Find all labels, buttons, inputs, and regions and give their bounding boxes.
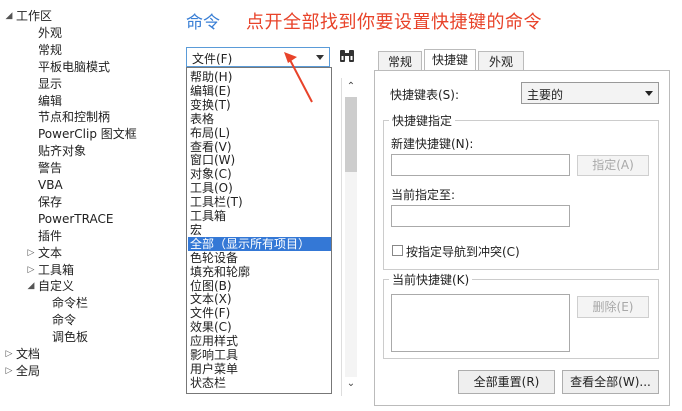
new-shortcut-input[interactable] [391, 154, 570, 176]
shortcut-table-value: 主要的 [527, 88, 564, 102]
shortcut-table-select[interactable]: 主要的 [521, 82, 659, 104]
tree-item[interactable]: 文档 [16, 346, 40, 362]
collapsed-arrow-icon[interactable]: ▷ [26, 245, 36, 261]
tree-item[interactable]: 全局 [16, 363, 40, 379]
menu-item[interactable]: 工具栏(T) [188, 195, 331, 209]
scroll-down-icon[interactable]: ⌄ [345, 378, 357, 390]
menu-item[interactable]: 工具(O) [188, 181, 331, 195]
shortcut-table-label: 快捷键表(S): [390, 88, 460, 102]
tree-item[interactable]: 节点和控制柄 [38, 109, 110, 125]
reset-all-button[interactable]: 全部重置(R) [458, 370, 555, 394]
options-tree: ◢ 工作区 外观 常规 平板电脑模式 显示 编辑 节点和控制柄 PowerClip 图文框 贴齐对… [0, 0, 180, 411]
page-title: 命令 [186, 13, 220, 33]
tree-item[interactable]: 编辑 [38, 93, 62, 109]
tree-item[interactable]: 插件 [38, 228, 62, 244]
menu-item[interactable]: 位图(B) [188, 279, 331, 293]
tree-item[interactable]: 工作区 [16, 8, 52, 24]
category-dropdown-list: 帮助(H) 编辑(E) 变换(T) 表格 布局(L) 查看(V) 窗口(W) 对象(C) 工具(… [186, 67, 332, 394]
tab-appearance[interactable]: 外观 [478, 51, 524, 71]
tab-shortcuts[interactable]: 快捷键 [424, 49, 476, 71]
tree-item[interactable]: 命令栏 [52, 295, 88, 311]
menu-item[interactable]: 用户菜单 [188, 362, 331, 376]
tree-item[interactable]: 贴齐对象 [38, 143, 86, 159]
menu-item[interactable]: 查看(V) [188, 140, 331, 154]
tree-item[interactable]: 警告 [38, 160, 62, 176]
chevron-down-icon [645, 91, 653, 96]
tree-item[interactable]: 常规 [38, 42, 62, 58]
scroll-up-icon[interactable]: ⌃ [345, 81, 357, 93]
red-arrow-annotation-icon [284, 52, 313, 103]
tree-item[interactable]: PowerTRACE [38, 211, 113, 227]
menu-item[interactable]: 宏 [188, 223, 331, 237]
tree-item[interactable]: 工具箱 [38, 262, 74, 278]
nav-conflict-label: 按指定导航到冲突(C) [406, 245, 520, 259]
menu-item[interactable]: 色轮设备 [188, 251, 331, 265]
menu-item[interactable]: 填充和轮廓 [188, 265, 331, 279]
collapsed-arrow-icon[interactable]: ▷ [4, 363, 14, 379]
tree-item[interactable]: 自定义 [38, 278, 74, 294]
menu-item[interactable]: 状态栏 [188, 376, 331, 390]
current-assigned-field [391, 205, 570, 227]
menu-item[interactable]: 工具箱 [188, 209, 331, 223]
new-shortcut-label: 新建快捷键(N): [391, 137, 474, 151]
expanded-arrow-icon[interactable]: ◢ [4, 8, 14, 24]
menu-item[interactable]: 应用样式 [188, 334, 331, 348]
tree-item[interactable]: 保存 [38, 194, 62, 210]
tree-item[interactable]: PowerClip 图文框 [38, 126, 137, 142]
menu-item[interactable]: 表格 [188, 112, 331, 126]
collapsed-arrow-icon[interactable]: ▷ [26, 262, 36, 278]
tree-item[interactable]: 命令 [52, 312, 76, 328]
menu-item[interactable]: 文件(F) [188, 306, 331, 320]
menu-item[interactable]: 窗口(W) [188, 153, 331, 167]
menu-item[interactable]: 全部（显示所有项目） [188, 236, 331, 251]
menu-item[interactable]: 布局(L) [188, 126, 331, 140]
expanded-arrow-icon[interactable]: ◢ [26, 278, 36, 294]
view-all-button[interactable]: 查看全部(W)... [562, 370, 659, 394]
scrollbar-thumb[interactable] [345, 97, 357, 172]
dropdown-value: 文件(F) [192, 52, 233, 66]
menu-item[interactable]: 对象(C) [188, 167, 331, 181]
menu-item[interactable]: 效果(C) [188, 320, 331, 334]
nav-conflict-checkbox[interactable] [392, 245, 403, 256]
current-shortcuts-title: 当前快捷键(K) [389, 271, 473, 288]
tree-item[interactable]: 平板电脑模式 [38, 59, 110, 75]
delete-button[interactable]: 删除(E) [577, 296, 649, 318]
collapsed-arrow-icon[interactable]: ▷ [4, 346, 14, 362]
tree-item[interactable]: 显示 [38, 76, 62, 92]
assign-button[interactable]: 指定(A) [577, 155, 649, 176]
tree-item[interactable]: 文本 [38, 245, 62, 261]
tree-item[interactable]: 外观 [38, 25, 62, 41]
current-shortcuts-list[interactable] [391, 294, 570, 352]
tab-general[interactable]: 常规 [378, 51, 422, 71]
annotation-text: 点开全部找到你要设置快捷键的命令 [246, 12, 542, 33]
binoculars-icon[interactable] [338, 47, 356, 65]
shortcut-assign-title: 快捷键指定 [389, 112, 456, 129]
menu-item[interactable]: 影响工具 [188, 348, 331, 362]
tree-item[interactable]: VBA [38, 177, 63, 193]
current-assigned-label: 当前指定至: [391, 188, 456, 202]
tree-item[interactable]: 调色板 [52, 329, 88, 345]
menu-item[interactable]: 文本(X) [188, 292, 331, 306]
